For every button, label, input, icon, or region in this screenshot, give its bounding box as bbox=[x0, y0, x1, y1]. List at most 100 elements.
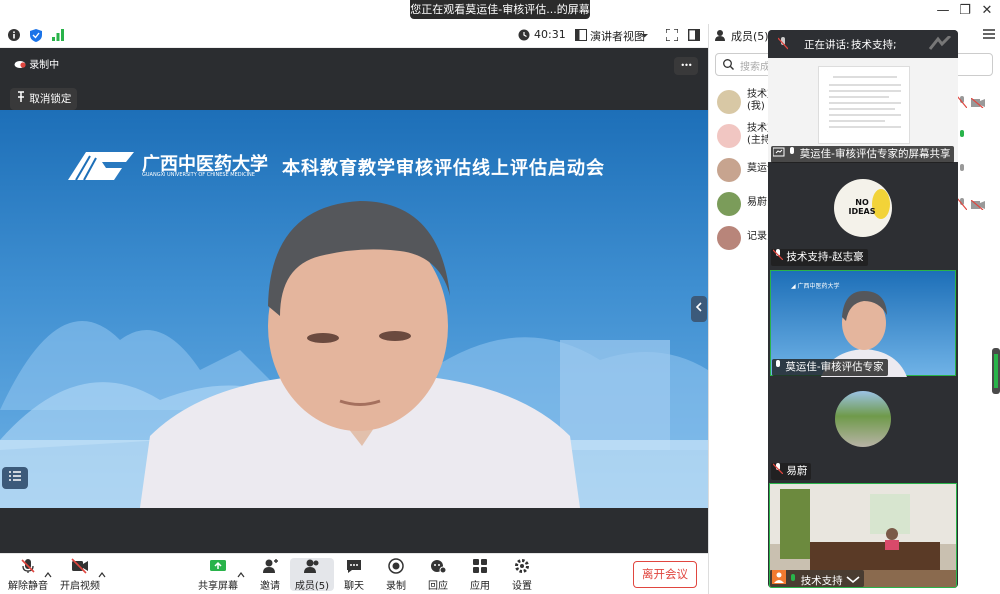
close-button[interactable]: ✕ bbox=[978, 3, 996, 18]
pin-icon bbox=[16, 88, 26, 110]
mic-on-icon[interactable] bbox=[957, 130, 967, 145]
participant-tile[interactable]: 技术支持 bbox=[769, 483, 957, 588]
list-view-button[interactable] bbox=[2, 467, 28, 489]
apps-icon bbox=[458, 558, 502, 574]
avatar bbox=[772, 570, 786, 587]
avatar-text: NO IDEAS bbox=[848, 198, 876, 216]
avatar: NO IDEAS bbox=[834, 179, 892, 237]
meeting-timer: 40:31 bbox=[534, 28, 566, 41]
recording-label: 录制中 bbox=[29, 60, 60, 71]
mic-icon bbox=[774, 360, 782, 373]
maximize-button[interactable]: ❐ bbox=[956, 3, 974, 18]
react-button[interactable]: 回应 bbox=[416, 558, 460, 592]
chevron-left-icon bbox=[695, 302, 703, 315]
record-icon bbox=[374, 558, 418, 574]
start-video-label: 开启视频 bbox=[60, 581, 100, 592]
search-icon bbox=[723, 59, 734, 73]
active-speaker-tile[interactable]: ◢ 广西中医药大学 莫运佳-审核评估专家 bbox=[770, 270, 956, 377]
svg-text:◢ 广西中医药大学: ◢ 广西中医药大学 bbox=[791, 282, 840, 290]
tile-label: 莫运佳-审核评估专家的屏幕共享 bbox=[771, 146, 955, 163]
record-label: 录制 bbox=[386, 581, 406, 592]
view-icon bbox=[575, 29, 587, 44]
mic-icon bbox=[789, 574, 797, 587]
mic-off-icon[interactable] bbox=[957, 164, 967, 179]
chat-button[interactable]: 聊天 bbox=[332, 558, 376, 592]
chevron-up-icon[interactable] bbox=[44, 567, 52, 581]
member-name: 易蔚 bbox=[747, 197, 767, 208]
add-user-icon bbox=[248, 558, 292, 574]
document-thumbnail bbox=[818, 66, 910, 144]
shared-screen-content: 广西中医药大学 GUANGXI UNIVERSITY OF CHINESE ME… bbox=[0, 110, 708, 508]
clock-icon bbox=[518, 29, 530, 44]
view-mode-select[interactable]: 演讲者视图 bbox=[590, 28, 645, 44]
react-label: 回应 bbox=[428, 581, 448, 592]
participant-tile[interactable]: NO IDEAS 技术支持-赵志豪 bbox=[768, 163, 958, 267]
unpin-button[interactable]: 取消锁定 bbox=[10, 88, 78, 110]
members-button[interactable]: 成员(5) bbox=[290, 558, 334, 592]
mic-off-icon[interactable] bbox=[956, 95, 968, 111]
avatar bbox=[717, 226, 741, 250]
minimize-button[interactable]: — bbox=[934, 3, 952, 18]
university-logo bbox=[66, 148, 136, 182]
chevron-up-icon[interactable] bbox=[237, 567, 245, 581]
unpin-label: 取消锁定 bbox=[29, 93, 72, 105]
more-button[interactable]: ••• bbox=[674, 57, 698, 75]
list-icon bbox=[9, 471, 21, 484]
camera-off-icon[interactable] bbox=[970, 97, 985, 111]
side-handle[interactable] bbox=[992, 348, 1000, 394]
signal-icon[interactable] bbox=[52, 29, 64, 44]
participant-tile[interactable]: 易蔚 bbox=[768, 377, 958, 481]
avatar bbox=[717, 192, 741, 216]
mic-off-icon bbox=[772, 463, 784, 477]
menu-icon[interactable] bbox=[983, 28, 995, 43]
start-video-button[interactable]: 开启视频 bbox=[58, 558, 102, 592]
members-label: 成员(5) bbox=[294, 581, 330, 592]
camera-off-icon[interactable] bbox=[970, 199, 985, 213]
search-input[interactable]: 搜索成 bbox=[740, 58, 770, 73]
chat-label: 聊天 bbox=[344, 581, 364, 592]
share-banner: 您正在观看莫运佳-审核评估...的屏幕 bbox=[410, 0, 590, 19]
settings-button[interactable]: 设置 bbox=[500, 558, 544, 592]
gear-icon bbox=[500, 558, 544, 574]
screen-share-icon bbox=[772, 147, 785, 160]
panel-title: 成员(5) bbox=[731, 30, 769, 43]
share-screen-button[interactable]: 共享屏幕 bbox=[196, 558, 240, 592]
cloud-record-icon bbox=[14, 59, 26, 71]
recording-indicator: 录制中 bbox=[14, 56, 59, 71]
chevron-down-icon[interactable] bbox=[640, 29, 649, 43]
bottom-control-bar: 解除静音 开启视频 共享屏幕 邀请 成员(5) 聊天 录制 回应 应用 设置 离… bbox=[0, 553, 708, 594]
mic-off-icon bbox=[772, 249, 784, 263]
sidebar-toggle-icon[interactable] bbox=[687, 28, 701, 44]
share-screen-icon bbox=[196, 558, 240, 574]
invite-button[interactable]: 邀请 bbox=[248, 558, 292, 592]
speaker-video bbox=[140, 201, 580, 508]
shield-icon[interactable] bbox=[30, 29, 42, 45]
leave-meeting-button[interactable]: 离开会议 bbox=[633, 561, 697, 588]
main-video-area: 录制中 ••• 取消锁定 广西中医药大学 GUANGXI UNIVERSITY … bbox=[0, 48, 708, 553]
chat-icon bbox=[332, 558, 376, 574]
mic-off-icon[interactable] bbox=[956, 197, 968, 213]
speaking-name: 技术支持; bbox=[851, 39, 897, 51]
screen-share-tile[interactable]: 莫运佳-审核评估专家的屏幕共享 bbox=[768, 58, 958, 163]
collapse-panel-button[interactable] bbox=[691, 296, 707, 322]
apps-button[interactable]: 应用 bbox=[458, 558, 502, 592]
tile-label: 技术支持-赵志豪 bbox=[771, 249, 868, 266]
tile-label: 莫运佳-审核评估专家 bbox=[772, 359, 888, 376]
speaking-header: 正在讲话: 技术支持; bbox=[768, 30, 958, 58]
chevron-down-icon[interactable] bbox=[846, 575, 860, 587]
info-icon[interactable] bbox=[8, 29, 20, 44]
fullscreen-icon[interactable] bbox=[665, 28, 679, 44]
avatar bbox=[717, 158, 741, 182]
reaction-icon bbox=[416, 558, 460, 574]
tile-label: 易蔚 bbox=[771, 463, 812, 480]
avatar bbox=[717, 90, 741, 114]
collapse-icon[interactable] bbox=[928, 34, 952, 53]
invite-label: 邀请 bbox=[260, 581, 280, 592]
avatar bbox=[835, 391, 891, 447]
record-button[interactable]: 录制 bbox=[374, 558, 418, 592]
chevron-up-icon[interactable] bbox=[98, 567, 106, 581]
floating-video-panel: 正在讲话: 技术支持; 莫运佳-审核评估专家的屏幕共享 NO IDEAS 技术支… bbox=[768, 30, 958, 588]
tile-label: 技术支持 bbox=[770, 570, 865, 587]
avatar bbox=[717, 124, 741, 148]
settings-label: 设置 bbox=[512, 581, 532, 592]
